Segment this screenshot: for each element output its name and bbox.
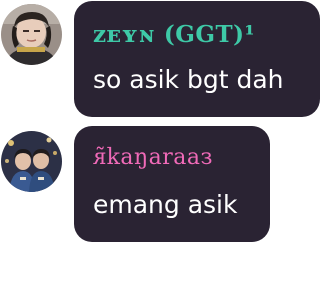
chat-message: ᴙ̃kaŋaraaз emang asik (0, 124, 320, 244)
avatar-photo-icon (1, 131, 62, 192)
message-bubble[interactable]: ᴢᴇʏɴ (GGT)¹ so asik bgt dah (74, 1, 320, 117)
message-bubble[interactable]: ᴙ̃kaŋaraaз emang asik (74, 126, 270, 242)
sender-name[interactable]: ᴢᴇʏɴ (GGT)¹ (93, 23, 255, 46)
avatar[interactable] (1, 131, 62, 192)
message-text: so asik bgt dah (93, 65, 284, 94)
avatar[interactable] (1, 4, 62, 65)
message-text: emang asik (93, 190, 238, 219)
avatar-photo-icon (1, 4, 62, 65)
chat-message: ᴢᴇʏɴ (GGT)¹ so asik bgt dah (0, 0, 320, 120)
sender-name[interactable]: ᴙ̃kaŋaraaз (93, 147, 213, 169)
